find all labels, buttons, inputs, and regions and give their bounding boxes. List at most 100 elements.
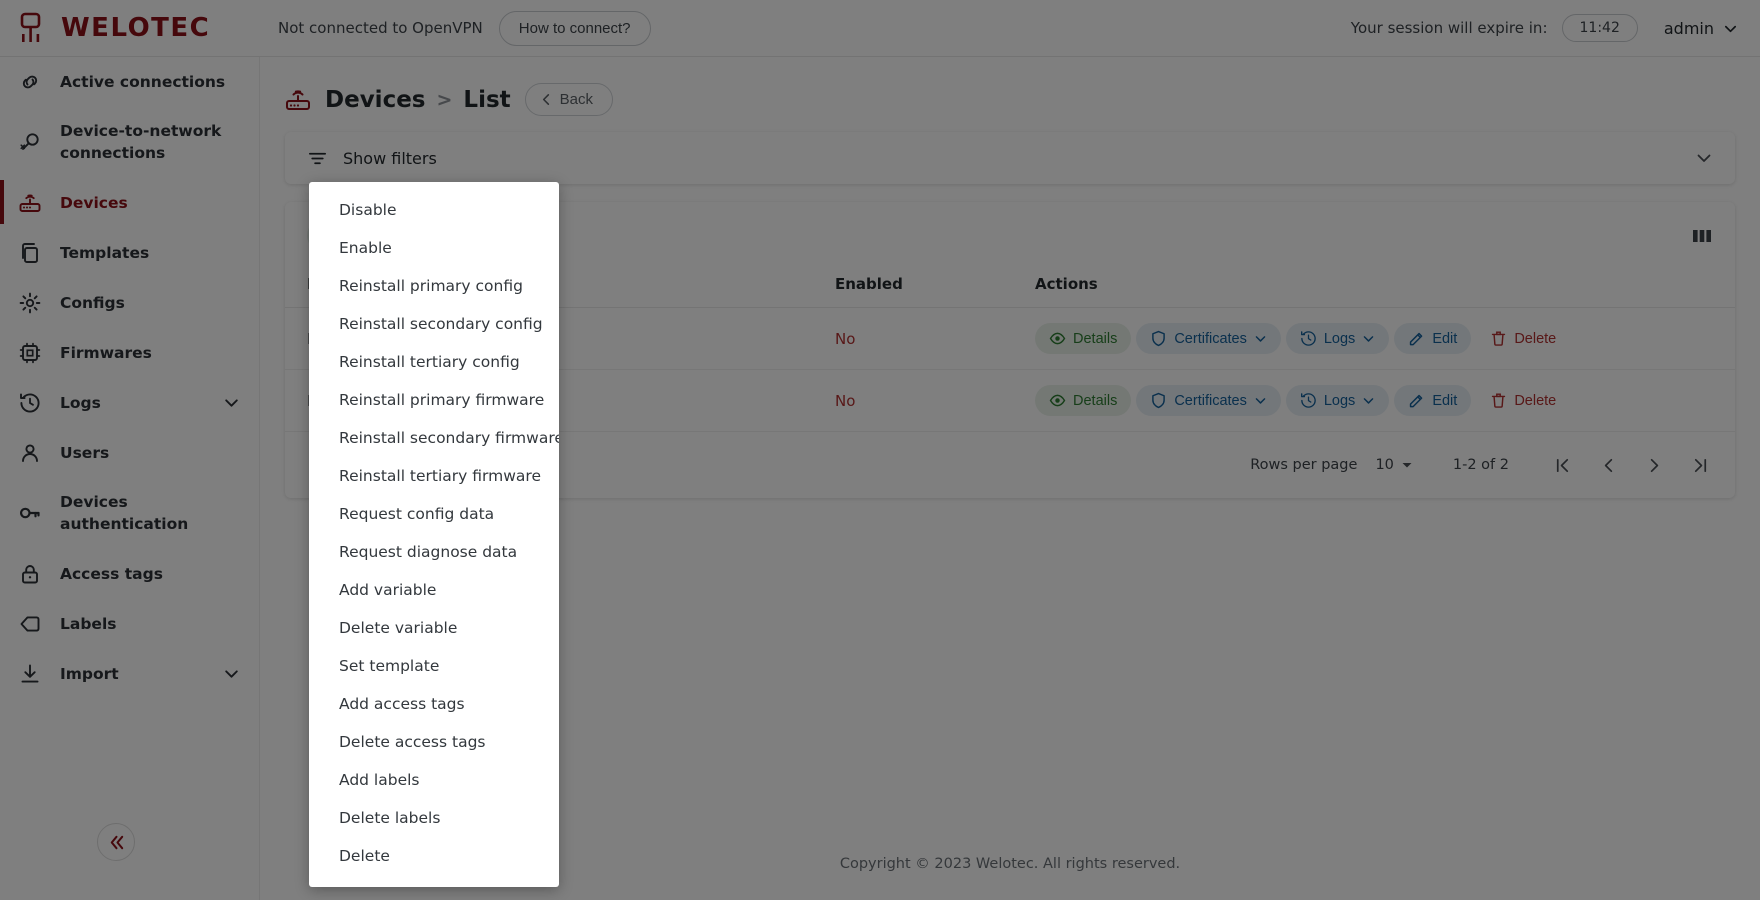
sidebar-item-templates[interactable]: Templates [0, 228, 259, 278]
menu-item-enable[interactable]: Enable [309, 229, 559, 267]
sidebar-item-access-tags[interactable]: Access tags [0, 549, 259, 599]
sidebar-item-logs[interactable]: Logs [0, 378, 259, 428]
menu-item-delete-labels[interactable]: Delete labels [309, 799, 559, 837]
menu-item-reinstall-primary-config[interactable]: Reinstall primary config [309, 267, 559, 305]
menu-item-delete-variable[interactable]: Delete variable [309, 609, 559, 647]
session-expire-label: Your session will expire in: [1351, 19, 1548, 37]
action-delete-button[interactable]: Delete [1476, 385, 1570, 416]
sidebar-item-configs[interactable]: Configs [0, 278, 259, 328]
shield-icon [1150, 330, 1167, 347]
back-button[interactable]: Back [525, 83, 613, 116]
sidebar-item-label: Access tags [60, 563, 241, 585]
action-certificates-button[interactable]: Certificates [1136, 385, 1281, 416]
rows-per-page-select[interactable]: 10 [1375, 457, 1412, 473]
action-edit-button[interactable]: Edit [1394, 323, 1471, 354]
menu-item-reinstall-tertiary-config[interactable]: Reinstall tertiary config [309, 343, 559, 381]
sidebar-item-firmwares[interactable]: Firmwares [0, 328, 259, 378]
action-details-button[interactable]: Details [1035, 323, 1131, 354]
chevron-left-icon [540, 93, 553, 106]
top-bar-right: Your session will expire in: 11:42 admin [1351, 14, 1760, 42]
menu-item-add-access-tags[interactable]: Add access tags [309, 685, 559, 723]
brand-logo[interactable]: WELOTEC [0, 0, 260, 57]
action-logs-button[interactable]: Logs [1286, 323, 1389, 354]
menu-item-set-template[interactable]: Set template [309, 647, 559, 685]
link-icon [18, 70, 42, 94]
chip-icon [18, 341, 42, 365]
clock-icon [1300, 330, 1317, 347]
breadcrumb: Devices > List Back [260, 57, 1760, 132]
breadcrumb-current: List [463, 87, 510, 113]
action-label: Logs [1324, 331, 1355, 347]
chevron-down-icon [1254, 332, 1267, 345]
sidebar-collapse-button[interactable] [97, 823, 135, 861]
router-icon [18, 191, 42, 215]
sidebar-item-devices-authentication[interactable]: Devices authentication [0, 478, 259, 549]
router-icon [285, 88, 311, 112]
sidebar-item-label: Labels [60, 613, 241, 635]
menu-item-reinstall-primary-firmware[interactable]: Reinstall primary firmware [309, 381, 559, 419]
chevron-down-icon [1723, 21, 1738, 36]
top-bar: WELOTEC Not connected to OpenVPN How to … [0, 0, 1760, 57]
sidebar-item-users[interactable]: Users [0, 428, 259, 478]
action-label: Details [1073, 393, 1117, 409]
cell-actions: Details Certificates Logs Edit Delete [1035, 370, 1735, 432]
chevron-down-icon[interactable] [223, 665, 241, 682]
action-certificates-button[interactable]: Certificates [1136, 323, 1281, 354]
action-edit-button[interactable]: Edit [1394, 385, 1471, 416]
prev-page-icon[interactable] [1591, 448, 1625, 482]
double-chevron-left-icon [107, 833, 126, 852]
sidebar-item-label: Devices [60, 192, 241, 214]
sidebar-item-label: Devices authentication [60, 491, 241, 536]
sidebar-item-label: Users [60, 442, 241, 464]
sidebar-item-device-to-network-connections[interactable]: Device-to-network connections [0, 107, 259, 178]
user-menu[interactable]: admin [1664, 19, 1738, 38]
sidebar-item-devices[interactable]: Devices [0, 178, 259, 228]
show-filters-bar[interactable]: Show filters [285, 132, 1735, 184]
search-x-icon [18, 130, 42, 154]
menu-item-reinstall-tertiary-firmware[interactable]: Reinstall tertiary firmware [309, 457, 559, 495]
action-delete-button[interactable]: Delete [1476, 323, 1570, 354]
menu-item-request-diagnose-data[interactable]: Request diagnose data [309, 533, 559, 571]
column-header-enabled: Enabled [835, 261, 1035, 308]
how-to-connect-button[interactable]: How to connect? [499, 11, 651, 46]
column-header-actions: Actions [1035, 261, 1735, 308]
chevron-down-icon[interactable] [223, 394, 241, 411]
menu-item-reinstall-secondary-config[interactable]: Reinstall secondary config [309, 305, 559, 343]
sidebar-item-label: Device-to-network connections [60, 120, 241, 165]
action-label: Delete [1514, 393, 1556, 409]
menu-item-delete[interactable]: Delete [309, 837, 559, 875]
menu-item-add-labels[interactable]: Add labels [309, 761, 559, 799]
breadcrumb-root[interactable]: Devices [325, 87, 426, 113]
menu-item-add-variable[interactable]: Add variable [309, 571, 559, 609]
menu-item-disable[interactable]: Disable [309, 191, 559, 229]
columns-icon[interactable] [1691, 227, 1713, 245]
last-page-icon[interactable] [1683, 448, 1717, 482]
action-details-button[interactable]: Details [1035, 385, 1131, 416]
first-page-icon[interactable] [1545, 448, 1579, 482]
sidebar-item-active-connections[interactable]: Active connections [0, 57, 259, 107]
menu-item-reinstall-secondary-firmware[interactable]: Reinstall secondary firmware [309, 419, 559, 457]
chevron-down-icon[interactable] [1695, 149, 1713, 167]
action-label: Logs [1324, 393, 1355, 409]
clock-icon [1300, 392, 1317, 409]
user-icon [18, 441, 42, 465]
action-logs-button[interactable]: Logs [1286, 385, 1389, 416]
next-page-icon[interactable] [1637, 448, 1671, 482]
back-label: Back [560, 91, 593, 108]
sidebar-item-import[interactable]: Import [0, 649, 259, 699]
page-title: Devices > List [325, 87, 511, 113]
rows-per-page-value: 10 [1375, 457, 1393, 473]
menu-item-delete-access-tags[interactable]: Delete access tags [309, 723, 559, 761]
chevron-down-icon [1254, 394, 1267, 407]
sidebar-item-labels[interactable]: Labels [0, 599, 259, 649]
trash-icon [1490, 392, 1507, 409]
user-name: admin [1664, 19, 1714, 38]
menu-item-request-config-data[interactable]: Request config data [309, 495, 559, 533]
eye-icon [1049, 392, 1066, 409]
sidebar: Active connections Device-to-network conn… [0, 57, 260, 900]
sidebar-item-label: Active connections [60, 71, 241, 93]
filter-icon [307, 148, 328, 169]
show-filters-label: Show filters [343, 149, 437, 168]
action-label: Edit [1432, 331, 1457, 347]
welotec-logo-icon [18, 12, 48, 45]
